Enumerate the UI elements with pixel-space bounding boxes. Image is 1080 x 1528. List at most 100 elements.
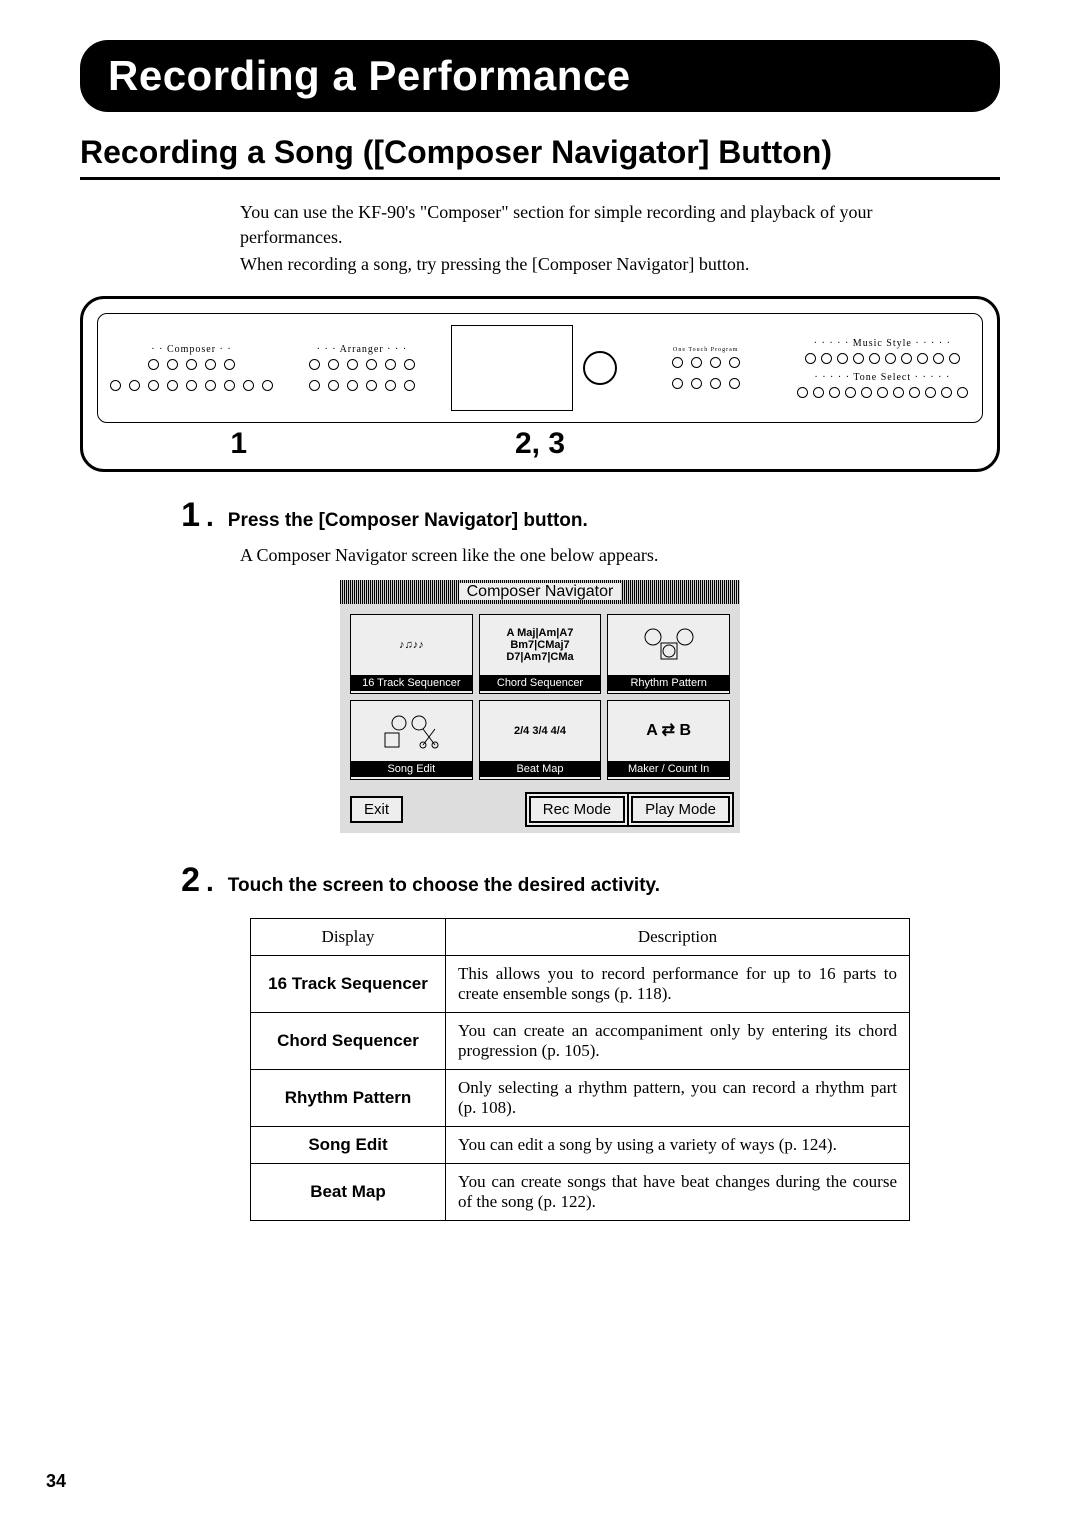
cell-display: Beat Map	[251, 1163, 446, 1220]
step-dot: .	[206, 866, 214, 898]
callout-1: 1	[97, 427, 381, 461]
table-header-row: Display Description	[251, 918, 910, 955]
button-icon	[909, 387, 920, 398]
button-icon	[925, 387, 936, 398]
nav-title-text: Composer Navigator	[459, 583, 622, 600]
step-title: Touch the screen to choose the desired a…	[228, 875, 660, 897]
button-icon	[186, 380, 197, 391]
button-icon	[366, 380, 377, 391]
nav-cell-chordseq[interactable]: A Maj|Am|A7 Bm7|CMaj7 D7|Am7|CMa Chord S…	[479, 614, 602, 694]
button-icon	[957, 387, 968, 398]
button-icon	[853, 353, 864, 364]
cell-display: Chord Sequencer	[251, 1012, 446, 1069]
cell-desc: You can create songs that have beat chan…	[446, 1163, 910, 1220]
button-icon	[309, 359, 320, 370]
dotted-label: · · · Arranger · · ·	[317, 344, 408, 355]
composer-navigator-screenshot: Composer Navigator ♪♫♪♪ 16 Track Sequenc…	[340, 580, 740, 833]
page-number: 34	[46, 1471, 66, 1492]
hardware-panel-figure: · · Composer · ·	[80, 296, 1000, 472]
button-icon	[821, 353, 832, 364]
button-icon	[729, 357, 740, 368]
nav-cell-16track[interactable]: ♪♫♪♪ 16 Track Sequencer	[350, 614, 473, 694]
button-icon	[845, 387, 856, 398]
button-icon	[893, 387, 904, 398]
cell-desc: You can create an accompaniment only by …	[446, 1012, 910, 1069]
button-icon	[309, 380, 320, 391]
table-row: Rhythm Pattern Only selecting a rhythm p…	[251, 1069, 910, 1126]
button-icon	[869, 353, 880, 364]
ab-arrow-icon: A ⇄ B	[646, 701, 691, 761]
button-icon	[224, 359, 235, 370]
nav-cell-countin[interactable]: A ⇄ B Maker / Count In	[607, 700, 730, 780]
step-body: A Composer Navigator screen like the one…	[240, 543, 960, 568]
nav-cell-caption: Rhythm Pattern	[608, 675, 729, 691]
cell-display: Song Edit	[251, 1126, 446, 1163]
button-icon	[224, 380, 235, 391]
chapter-banner: Recording a Performance	[80, 40, 1000, 112]
panel-callouts: 1 2, 3	[97, 427, 983, 461]
chord-grid-icon: A Maj|Am|A7 Bm7|CMaj7 D7|Am7|CMa	[480, 615, 601, 675]
th-description: Description	[446, 918, 910, 955]
nav-cell-rhythm[interactable]: Rhythm Pattern	[607, 614, 730, 694]
button-icon	[347, 359, 358, 370]
button-icon	[148, 380, 159, 391]
button-icon	[829, 387, 840, 398]
button-icon	[110, 380, 121, 391]
step-dot: .	[206, 501, 214, 533]
step-title: Press the [Composer Navigator] button.	[228, 510, 588, 532]
cell-desc: You can edit a song by using a variety o…	[446, 1126, 910, 1163]
callout-2-3: 2, 3	[381, 427, 700, 461]
nav-rec-mode-button[interactable]: Rec Mode	[529, 796, 625, 823]
nav-cell-caption: Chord Sequencer	[480, 675, 601, 691]
activity-table: Display Description 16 Track Sequencer T…	[250, 918, 910, 1221]
button-icon	[729, 378, 740, 389]
button-icon	[328, 380, 339, 391]
nav-play-mode-button[interactable]: Play Mode	[631, 796, 730, 823]
nav-exit-button[interactable]: Exit	[350, 796, 403, 823]
panel-section-onetouch: One Touch Program	[627, 347, 785, 389]
button-icon	[672, 378, 683, 389]
button-icon	[691, 378, 702, 389]
button-icon	[404, 380, 415, 391]
panel-section-musicstyle: · · · · · Music Style · · · · · · · · · …	[795, 338, 970, 398]
table-row: Beat Map You can create songs that have …	[251, 1163, 910, 1220]
button-icon	[129, 380, 140, 391]
nav-cell-caption: Maker / Count In	[608, 761, 729, 777]
button-icon	[933, 353, 944, 364]
button-icon	[837, 353, 848, 364]
lcd-screen-icon	[451, 325, 573, 411]
nav-cell-songedit[interactable]: Song Edit	[350, 700, 473, 780]
button-icon	[186, 359, 197, 370]
button-icon	[949, 353, 960, 364]
button-icon	[347, 380, 358, 391]
cell-desc: This allows you to record performance fo…	[446, 955, 910, 1012]
table-row: 16 Track Sequencer This allows you to re…	[251, 955, 910, 1012]
button-icon	[877, 387, 888, 398]
button-icon	[205, 380, 216, 391]
nav-cell-caption: 16 Track Sequencer	[351, 675, 472, 691]
button-icon	[167, 359, 178, 370]
button-icon	[328, 359, 339, 370]
step-row: 2 . Touch the screen to choose the desir…	[80, 861, 1000, 900]
button-icon	[691, 357, 702, 368]
dotted-label: · · · · · Music Style · · · · ·	[814, 338, 951, 349]
button-icon	[366, 359, 377, 370]
panel-section-arranger: · · · Arranger · · ·	[283, 344, 441, 391]
value-dial-icon	[583, 351, 617, 385]
panel-inner: · · Composer · ·	[97, 313, 983, 423]
cell-display: Rhythm Pattern	[251, 1069, 446, 1126]
intro-text: You can use the KF-90's "Composer" secti…	[240, 200, 960, 278]
step-number: 1	[80, 496, 206, 535]
nav-cell-beatmap[interactable]: 2/4 3/4 4/4 Beat Map	[479, 700, 602, 780]
section-title: Recording a Song ([Composer Navigator] B…	[80, 134, 1000, 180]
time-signature-icon: 2/4 3/4 4/4	[514, 701, 566, 761]
button-icon	[710, 378, 721, 389]
button-icon	[885, 353, 896, 364]
step-row: 1 . Press the [Composer Navigator] butto…	[80, 496, 1000, 535]
button-icon	[205, 359, 216, 370]
intro-line: You can use the KF-90's "Composer" secti…	[240, 200, 960, 250]
button-icon	[672, 357, 683, 368]
button-icon	[797, 387, 808, 398]
nav-title-bar: Composer Navigator	[340, 580, 740, 604]
music-notes-icon: ♪♫♪♪	[399, 615, 424, 675]
